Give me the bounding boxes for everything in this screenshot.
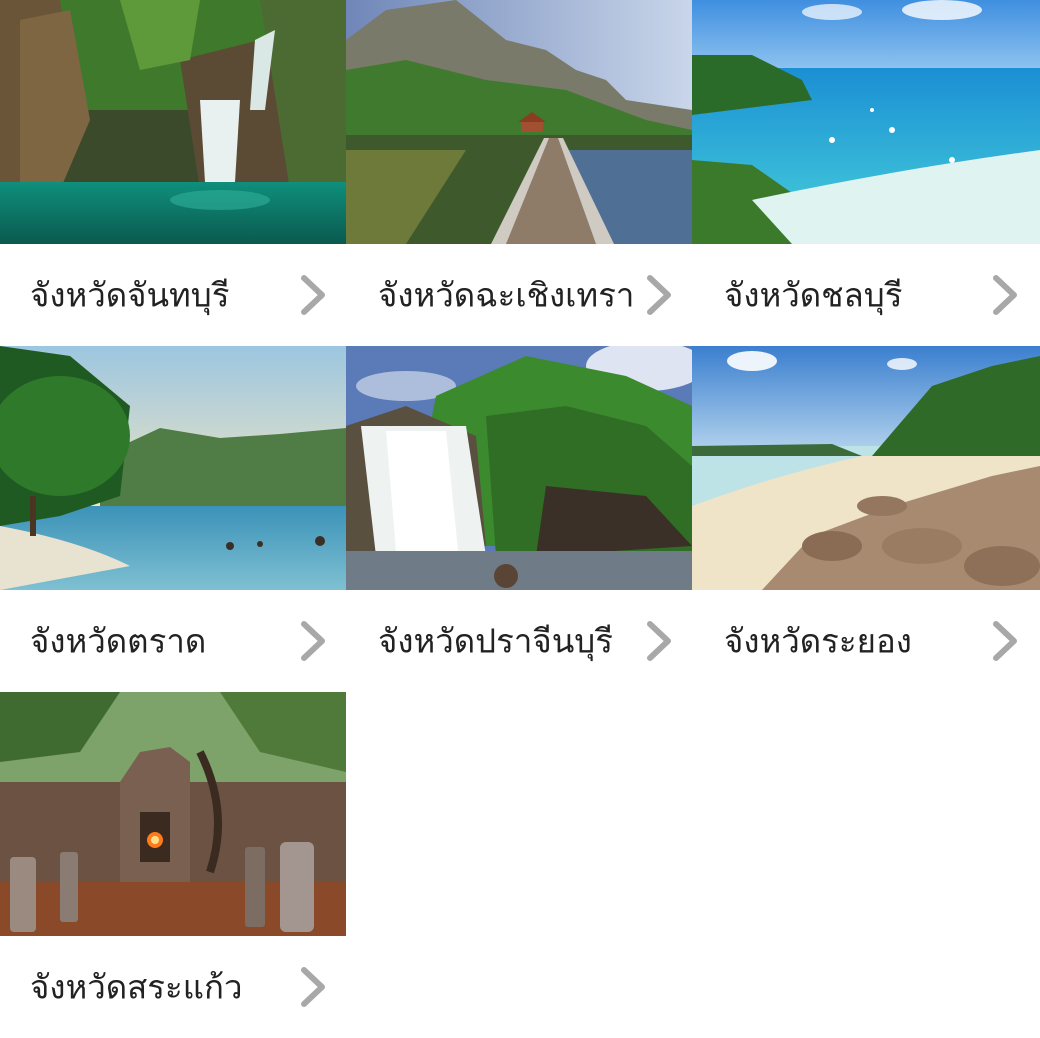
province-card-chanthaburi[interactable]: จังหวัดจันทบุรี — [0, 0, 346, 346]
province-photo — [346, 0, 692, 244]
province-caption: จังหวัดสระแก้ว — [0, 936, 346, 1038]
province-caption: จังหวัดระยอง — [692, 590, 1040, 692]
province-label: จังหวัดจันทบุรี — [30, 275, 230, 315]
province-label: จังหวัดชลบุรี — [724, 275, 903, 315]
province-label: จังหวัดสระแก้ว — [30, 967, 243, 1007]
province-photo — [346, 346, 692, 590]
province-caption: จังหวัดฉะเชิงเทรา — [346, 244, 692, 346]
province-caption: จังหวัดตราด — [0, 590, 346, 692]
province-photo — [0, 0, 346, 244]
province-label: จังหวัดฉะเชิงเทรา — [378, 275, 635, 315]
province-photo — [692, 0, 1040, 244]
province-caption: จังหวัดชลบุรี — [692, 244, 1040, 346]
chevron-right-icon — [647, 621, 671, 661]
province-card-trat[interactable]: จังหวัดตราด — [0, 346, 346, 692]
province-card-chonburi[interactable]: จังหวัดชลบุรี — [692, 0, 1040, 346]
chevron-right-icon — [301, 621, 325, 661]
province-grid: จังหวัดจันทบุรี จังหวัดฉะเชิงเทรา จังหวั… — [0, 0, 1040, 1038]
province-card-chachoengsao[interactable]: จังหวัดฉะเชิงเทรา — [346, 0, 692, 346]
province-caption: จังหวัดจันทบุรี — [0, 244, 346, 346]
province-caption: จังหวัดปราจีนบุรี — [346, 590, 692, 692]
chevron-right-icon — [993, 621, 1017, 661]
province-label: จังหวัดตราด — [30, 621, 207, 661]
province-card-sakaeo[interactable]: จังหวัดสระแก้ว — [0, 692, 346, 1038]
province-label: จังหวัดปราจีนบุรี — [378, 621, 613, 661]
chevron-right-icon — [993, 275, 1017, 315]
chevron-right-icon — [301, 967, 325, 1007]
province-photo — [0, 346, 346, 590]
chevron-right-icon — [647, 275, 671, 315]
province-photo — [692, 346, 1040, 590]
chevron-right-icon — [301, 275, 325, 315]
province-photo — [0, 692, 346, 936]
province-card-rayong[interactable]: จังหวัดระยอง — [692, 346, 1040, 692]
province-card-prachinburi[interactable]: จังหวัดปราจีนบุรี — [346, 346, 692, 692]
province-label: จังหวัดระยอง — [724, 621, 912, 661]
